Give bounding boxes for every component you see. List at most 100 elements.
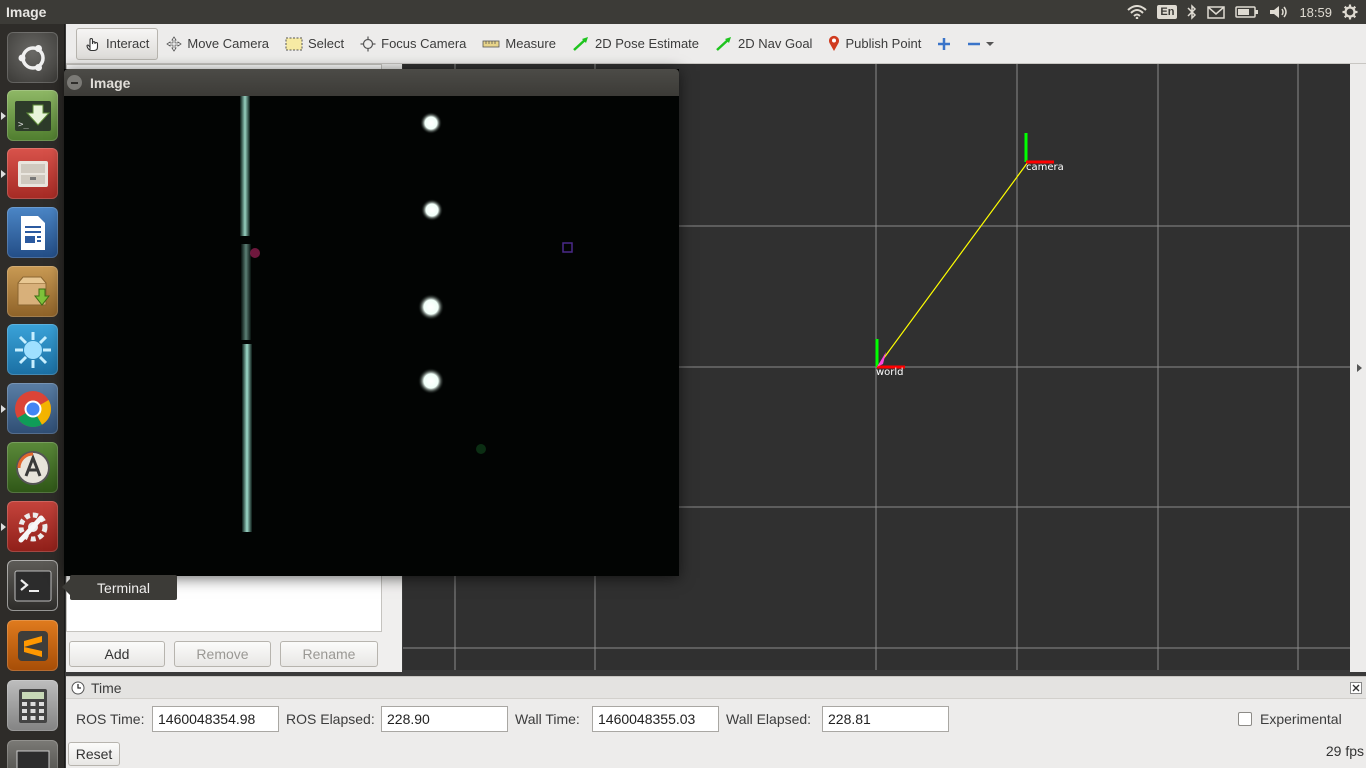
package-download-icon	[17, 276, 50, 306]
terminal-icon	[14, 570, 51, 601]
ros-elapsed-field[interactable]	[381, 706, 508, 732]
remove-display-button[interactable]: Remove	[174, 641, 271, 667]
launcher-archive-manager[interactable]	[7, 266, 58, 317]
ros-time-field[interactable]	[152, 706, 279, 732]
ubuntu-logo-icon	[18, 44, 45, 71]
time-panel: Time ROS Time: ROS Elapsed: Wall Time: W…	[66, 676, 1366, 768]
pose-arrow-icon	[573, 36, 588, 51]
clock-icon	[71, 681, 85, 694]
reset-button[interactable]: Reset	[68, 742, 120, 766]
map-pin-icon	[829, 35, 840, 51]
ros-elapsed-label: ROS Elapsed:	[286, 711, 375, 727]
tf-link-line	[877, 161, 1029, 367]
file-cabinet-icon	[17, 160, 48, 187]
move-camera-label: Move Camera	[187, 36, 269, 51]
collapse-arrow-icon	[1357, 364, 1362, 372]
minimize-icon	[71, 81, 78, 84]
wall-time-label: Wall Time:	[515, 711, 580, 727]
publish-point-label: Publish Point	[845, 36, 922, 51]
time-panel-title: Time	[91, 679, 122, 696]
rviz-toolbar: Interact Move Camera Select Focus Camera…	[66, 24, 1366, 64]
fps-indicator: 29 fps	[1325, 743, 1364, 759]
image-window-title: Image	[90, 74, 131, 91]
add-display-button[interactable]: Add	[69, 641, 165, 667]
measure-tool-button[interactable]: Measure	[474, 28, 564, 60]
launcher-writer[interactable]	[7, 207, 58, 258]
focus-crosshair-icon	[360, 36, 376, 51]
nav-goal-arrow-icon	[716, 36, 732, 51]
bluetooth-icon[interactable]	[1187, 4, 1197, 20]
measure-label: Measure	[505, 36, 556, 51]
launcher-workspace-switcher[interactable]	[7, 740, 58, 768]
wall-elapsed-label: Wall Elapsed:	[726, 711, 812, 727]
close-icon[interactable]	[1350, 682, 1362, 694]
nav-goal-label: 2D Nav Goal	[738, 36, 813, 51]
nav-goal-tool-button[interactable]: 2D Nav Goal	[707, 28, 820, 60]
dropdown-arrow-icon	[986, 41, 995, 46]
camera-frame-axes	[1024, 133, 1054, 164]
rename-display-button[interactable]: Rename	[280, 641, 378, 667]
unity-launcher: >_	[0, 24, 65, 768]
system-tray: En 18:59	[1127, 0, 1358, 24]
select-label: Select	[308, 36, 345, 51]
document-writer-icon	[20, 215, 45, 250]
ruler-icon	[482, 40, 500, 47]
world-frame-label: world	[876, 367, 904, 378]
keyboard-layout-indicator[interactable]: En	[1157, 5, 1178, 19]
image-window-titlebar[interactable]: Image	[64, 69, 679, 96]
wifi-icon[interactable]	[1127, 5, 1148, 19]
right-panel-collapse-strip[interactable]	[1350, 64, 1366, 672]
interact-label: Interact	[106, 36, 150, 51]
select-tool-button[interactable]: Select	[277, 28, 352, 60]
world-frame-axes	[875, 339, 905, 369]
clock[interactable]: 18:59	[1299, 5, 1332, 20]
camera-frame-label: camera	[1026, 162, 1064, 173]
image-window[interactable]: Image	[64, 69, 679, 576]
paint-splash-icon	[14, 331, 51, 368]
select-rectangle-icon	[285, 37, 303, 50]
focus-camera-label: Focus Camera	[381, 36, 467, 51]
launcher-paint-app[interactable]	[7, 324, 58, 375]
power-gear-icon[interactable]	[1342, 4, 1358, 20]
add-tool-button[interactable]	[929, 28, 959, 60]
chrome-browser-icon	[14, 390, 51, 427]
experimental-label: Experimental	[1260, 711, 1342, 727]
launcher-software-updater[interactable]	[7, 442, 58, 493]
hand-pointer-icon	[86, 37, 99, 51]
launcher-install-terminal[interactable]: >_	[1, 90, 58, 141]
top-panel: Image En 18:59	[0, 0, 1366, 24]
dash-home-button[interactable]	[7, 32, 58, 83]
sublime-text-icon	[17, 630, 48, 661]
pose-estimate-label: 2D Pose Estimate	[594, 36, 700, 51]
pose-estimate-tool-button[interactable]: 2D Pose Estimate	[564, 28, 707, 60]
camera-frame-render	[240, 96, 573, 532]
launcher-terminal[interactable]	[7, 560, 58, 611]
launcher-tooltip: Terminal	[62, 575, 177, 600]
remove-tool-button[interactable]	[959, 28, 1002, 60]
terminal-download-icon: >_	[14, 100, 51, 131]
minus-icon	[968, 42, 981, 45]
mail-icon[interactable]	[1207, 5, 1226, 19]
move-arrows-icon	[166, 35, 183, 52]
launcher-system-settings[interactable]	[1, 501, 58, 552]
calculator-icon	[18, 688, 47, 723]
launcher-files[interactable]	[1, 148, 58, 199]
interact-tool-button[interactable]: Interact	[76, 27, 159, 60]
move-camera-tool-button[interactable]: Move Camera	[158, 28, 277, 60]
plus-icon	[938, 37, 951, 50]
experimental-checkbox[interactable]	[1238, 712, 1252, 726]
wall-elapsed-field[interactable]	[822, 706, 949, 732]
launcher-sublime-text[interactable]	[7, 620, 58, 671]
publish-point-tool-button[interactable]: Publish Point	[820, 28, 929, 60]
battery-icon[interactable]	[1235, 6, 1259, 18]
software-update-icon	[15, 450, 50, 485]
volume-icon[interactable]	[1269, 5, 1289, 19]
minimize-button[interactable]	[67, 75, 82, 90]
launcher-chrome[interactable]	[1, 383, 58, 434]
launcher-calculator[interactable]	[7, 680, 58, 731]
camera-image	[64, 96, 679, 576]
wall-time-field[interactable]	[592, 706, 719, 732]
svg-text:>_: >_	[18, 120, 29, 130]
focus-camera-tool-button[interactable]: Focus Camera	[352, 28, 474, 60]
active-app-title: Image	[6, 4, 47, 20]
